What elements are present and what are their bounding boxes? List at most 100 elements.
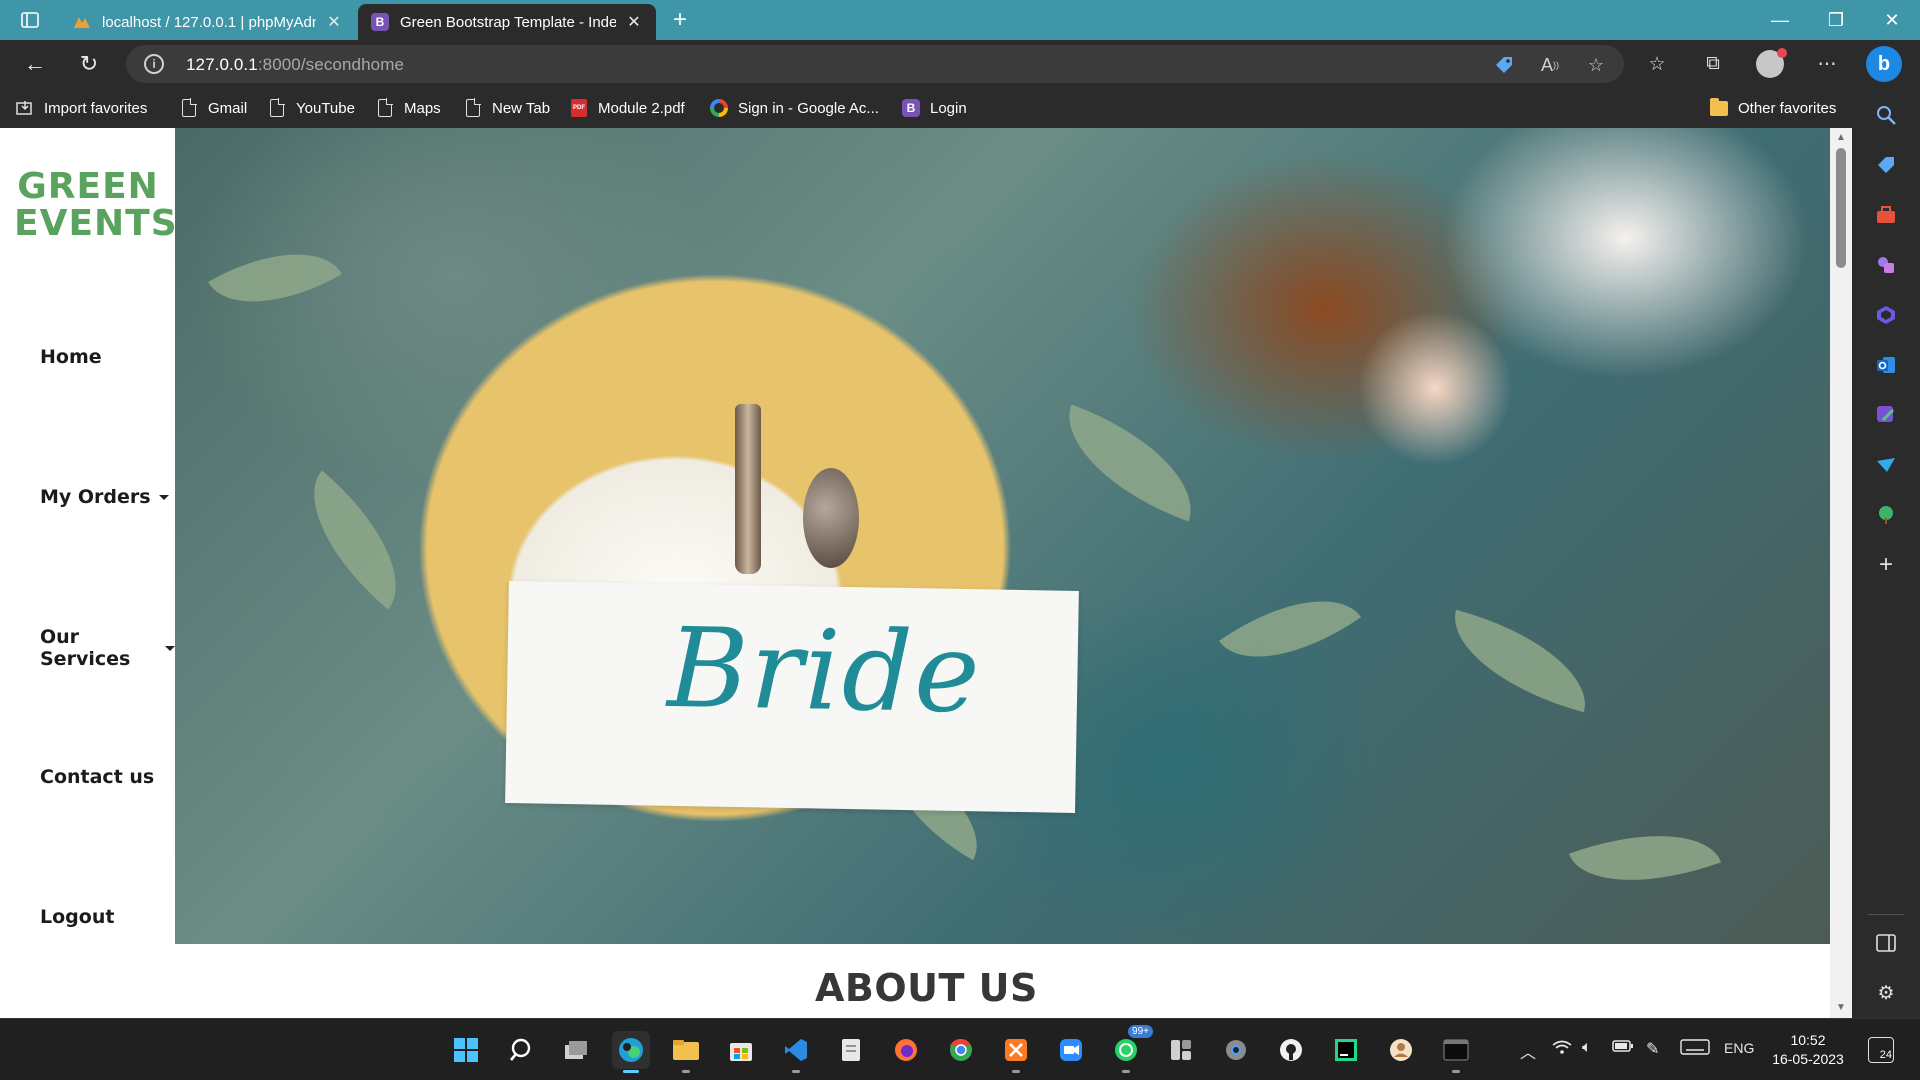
widgets-icon[interactable] (1162, 1031, 1200, 1069)
favorite-import[interactable]: Import favorites (16, 96, 147, 120)
contact-app-icon[interactable] (1382, 1031, 1420, 1069)
google-icon (710, 98, 728, 118)
hide-sidebar-icon[interactable] (1873, 930, 1899, 956)
favorite-google-signin[interactable]: Sign in - Google Ac... (710, 96, 879, 120)
tab-phpmyadmin[interactable]: localhost / 127.0.0.1 | phpMyAdmin ✕ (60, 4, 356, 40)
search-icon[interactable] (1873, 102, 1899, 128)
volume-icon[interactable]: 🔈︎ (1582, 1039, 1592, 1057)
browser-title-bar: localhost / 127.0.0.1 | phpMyAdmin ✕ B G… (0, 0, 1920, 40)
phpmyadmin-icon (72, 12, 92, 32)
nav-my-orders[interactable]: My Orders (40, 486, 169, 508)
close-tab-icon[interactable]: ✕ (324, 12, 344, 32)
favorite-module-pdf[interactable]: PDF Module 2.pdf (570, 96, 685, 120)
fork-graphic (735, 404, 761, 574)
notepad-document-icon[interactable] (832, 1031, 870, 1069)
web-page-viewport: Bride GREEN EVENTS Home My Orders Our Se… (0, 128, 1852, 1018)
file-explorer-icon[interactable] (667, 1031, 705, 1073)
microsoft-365-icon[interactable] (1873, 302, 1899, 328)
xampp-icon[interactable] (997, 1031, 1035, 1073)
edge-taskbar-icon[interactable] (612, 1031, 650, 1073)
decor-leaf (1218, 566, 1362, 692)
page-icon (268, 98, 286, 118)
terminal-icon[interactable] (1437, 1031, 1475, 1073)
pen-icon[interactable]: ✎ (1646, 1039, 1659, 1059)
read-aloud-icon[interactable]: A)) (1538, 53, 1562, 77)
keyboard-icon[interactable] (1680, 1039, 1710, 1060)
other-favorites-folder[interactable]: Other favorites (1710, 96, 1836, 120)
favorite-new-tab[interactable]: New Tab (464, 96, 550, 120)
bing-chat-button[interactable]: b (1866, 46, 1902, 82)
site-logo[interactable]: GREEN EVENTS (14, 168, 177, 242)
page-icon (376, 98, 394, 118)
minimize-button[interactable]: — (1750, 0, 1810, 40)
github-icon[interactable] (1272, 1031, 1310, 1069)
address-bar[interactable]: i 127.0.0.1:8000/secondhome A)) ☆ (126, 45, 1624, 83)
vscode-icon[interactable] (777, 1031, 815, 1073)
start-windows-icon[interactable] (447, 1031, 485, 1069)
coupon-icon[interactable] (1492, 53, 1516, 77)
settings-app-icon[interactable] (1217, 1031, 1255, 1069)
games-icon[interactable] (1873, 252, 1899, 278)
microsoft-store-icon[interactable] (722, 1031, 760, 1069)
sidebar-divider (1868, 914, 1904, 915)
back-button[interactable]: ← (18, 48, 52, 80)
close-window-button[interactable]: ✕ (1862, 0, 1920, 40)
battery-icon[interactable] (1612, 1039, 1634, 1058)
scrollbar-thumb[interactable] (1836, 148, 1846, 268)
caret-down-icon (165, 645, 175, 651)
zoom-icon[interactable] (1052, 1031, 1090, 1069)
more-options-icon[interactable]: ⋯ (1810, 48, 1844, 80)
refresh-button[interactable]: ↻ (72, 48, 106, 80)
favorite-maps[interactable]: Maps (376, 96, 441, 120)
nav-contact-us[interactable]: Contact us (40, 766, 154, 788)
place-card-text: Bride (666, 603, 983, 738)
nav-our-services[interactable]: Our Services (40, 626, 175, 670)
language-indicator[interactable]: ENG (1724, 1040, 1754, 1056)
notification-center-icon[interactable]: 24 (1868, 1037, 1894, 1063)
settings-gear-icon[interactable]: ⚙ (1873, 980, 1899, 1006)
nav-home[interactable]: Home (40, 346, 102, 368)
url-text[interactable]: 127.0.0.1:8000/secondhome (186, 55, 404, 75)
outlook-icon[interactable] (1873, 352, 1899, 378)
designer-icon[interactable] (1873, 402, 1899, 428)
system-clock[interactable]: 10:52 16-05-2023 (1768, 1031, 1848, 1069)
browser-toolbar: ← ↻ i 127.0.0.1:8000/secondhome A)) ☆ ☆ … (0, 40, 1920, 88)
hero-image-wedding-table: Bride (175, 128, 1830, 944)
nav-logout[interactable]: Logout (40, 906, 114, 928)
firefox-icon[interactable] (887, 1031, 925, 1069)
site-info-icon[interactable]: i (144, 54, 164, 74)
shopping-tag-icon[interactable] (1873, 152, 1899, 178)
add-favorite-icon[interactable]: ☆ (1584, 53, 1608, 77)
show-hidden-icons-chevron-icon[interactable]: ︿ (1520, 1039, 1536, 1063)
about-section: ABOUT US (0, 944, 1830, 1018)
whatsapp-icon[interactable]: 99+ (1107, 1025, 1153, 1073)
tree-icon[interactable] (1873, 502, 1899, 528)
collections-icon[interactable]: ⧉ (1696, 48, 1730, 80)
decor-leaf (1439, 609, 1601, 713)
edge-sidebar: + ⚙ (1852, 88, 1920, 1018)
favorite-login[interactable]: B Login (902, 96, 967, 120)
profile-avatar[interactable] (1756, 48, 1787, 78)
favorite-youtube[interactable]: YouTube (268, 96, 355, 120)
wifi-icon[interactable] (1552, 1039, 1572, 1060)
page-scrollbar[interactable]: ▲ ▼ (1830, 128, 1852, 1018)
maximize-button[interactable]: ❐ (1806, 0, 1866, 40)
tab-green-bootstrap[interactable]: B Green Bootstrap Template - Index ✕ (358, 4, 656, 40)
tools-icon[interactable] (1873, 202, 1899, 228)
favorite-gmail[interactable]: Gmail (180, 96, 247, 120)
task-view-icon[interactable] (557, 1031, 595, 1069)
pycharm-icon[interactable] (1327, 1031, 1365, 1069)
decor-leaf (1047, 404, 1213, 522)
scroll-up-arrow-icon[interactable]: ▲ (1835, 132, 1847, 144)
close-tab-icon[interactable]: ✕ (624, 12, 644, 32)
place-card: Bride (505, 581, 1079, 813)
windows-taskbar: 99+ ︿ 🔈︎ ✎ ENG 10:52 16-05-2023 24 (0, 1018, 1920, 1080)
chrome-icon[interactable] (942, 1031, 980, 1069)
new-tab-button[interactable]: + (664, 6, 696, 34)
tab-actions-button[interactable] (10, 6, 50, 34)
add-sidebar-app-icon[interactable]: + (1873, 551, 1899, 578)
taskbar-search-icon[interactable] (502, 1031, 540, 1069)
drop-icon[interactable] (1873, 452, 1899, 478)
scroll-down-arrow-icon[interactable]: ▼ (1835, 1002, 1847, 1014)
favorites-icon[interactable]: ☆ (1640, 48, 1674, 80)
